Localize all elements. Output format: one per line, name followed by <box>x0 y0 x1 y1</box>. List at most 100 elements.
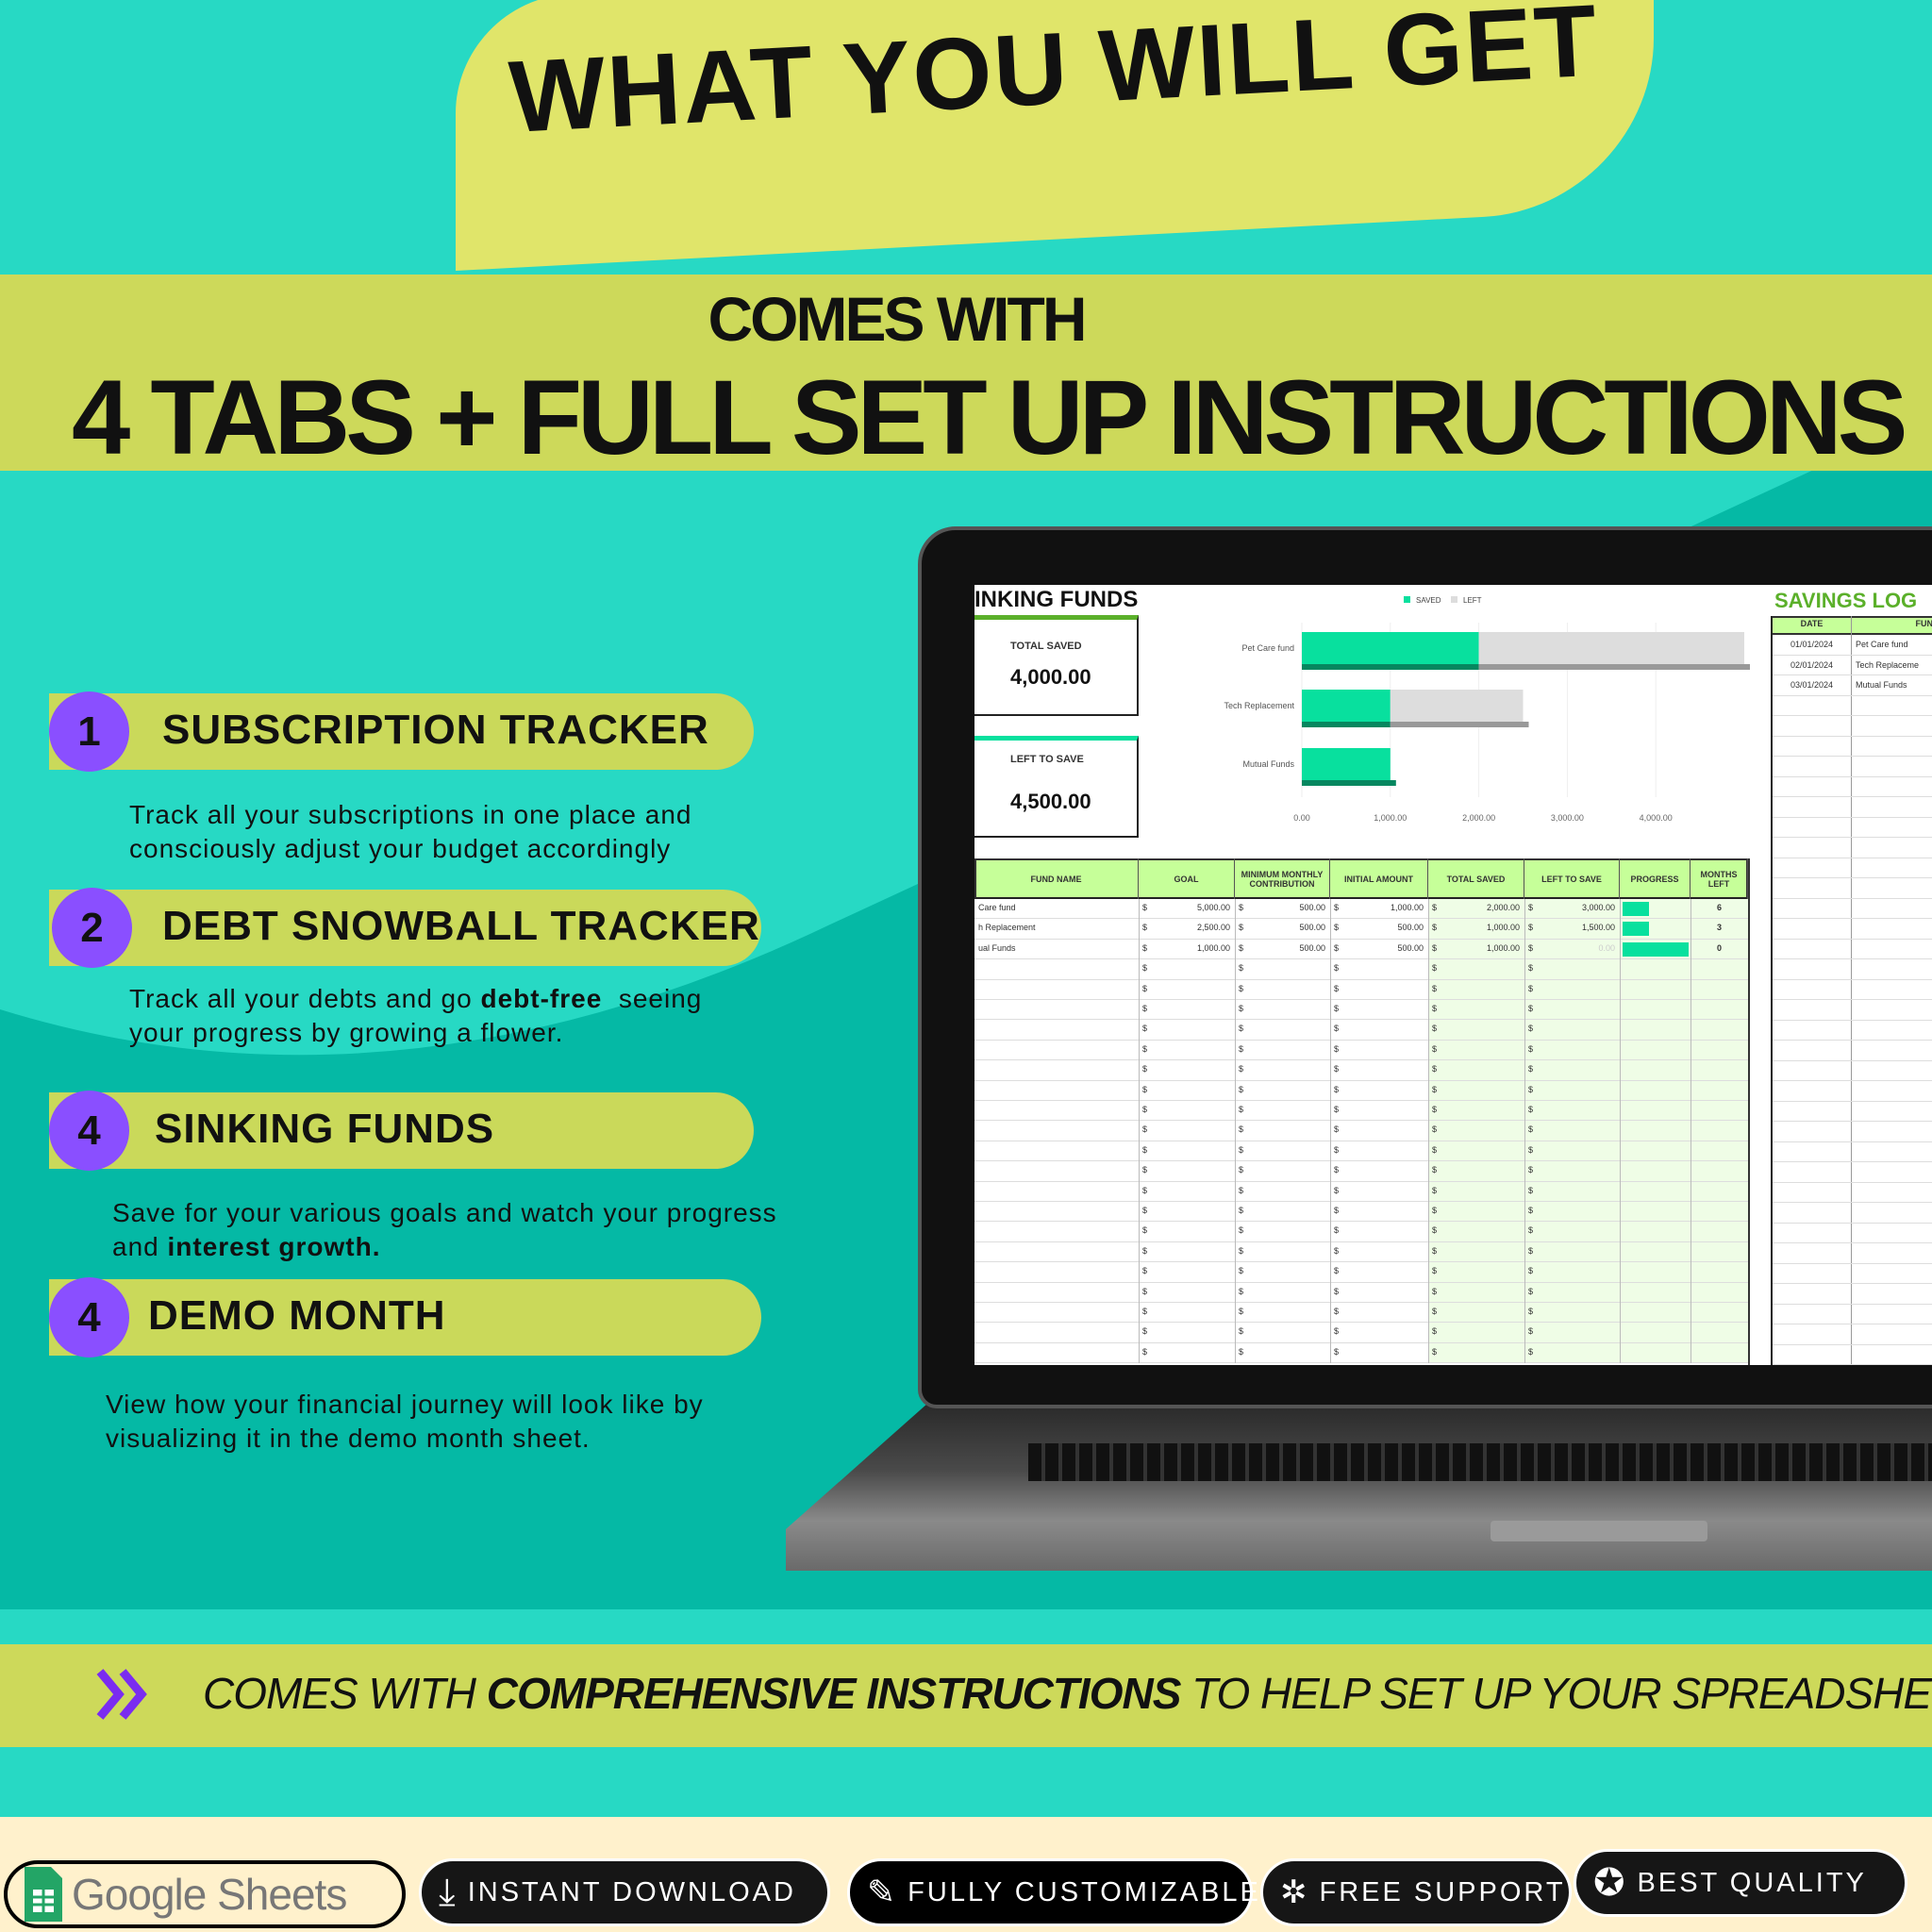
x-tick-label: 4,000.00 <box>1640 813 1673 823</box>
cell-divider <box>1330 1121 1331 1141</box>
currency-symbol: $ <box>1334 963 1340 974</box>
cell-divider <box>1428 1222 1429 1242</box>
table-row <box>974 1041 1748 1061</box>
currency-symbol: $ <box>1142 1144 1148 1155</box>
currency-symbol: $ <box>1528 1206 1534 1215</box>
best-quality-badge: ✪ BEST QUALITY <box>1574 1849 1907 1917</box>
amount-cell: 1,000.00 <box>1196 942 1230 953</box>
amount-cell: 500.00 <box>1299 923 1325 933</box>
currency-symbol: $ <box>1334 1225 1340 1236</box>
cell-divider <box>1428 1121 1429 1141</box>
cell-divider <box>1235 979 1236 1000</box>
table-row <box>974 1222 1748 1242</box>
cell-divider <box>1690 979 1691 1000</box>
currency-symbol: $ <box>1334 1307 1340 1316</box>
cell-divider <box>1428 979 1429 1000</box>
cell-divider <box>1235 1303 1236 1324</box>
log-row <box>1773 1243 1932 1264</box>
cell-divider <box>1235 1121 1236 1141</box>
cell-divider <box>1330 1262 1331 1283</box>
currency-symbol: $ <box>1432 1165 1438 1175</box>
currency-symbol: $ <box>1528 1024 1534 1034</box>
column-header: PROGRESS <box>1620 858 1690 899</box>
cell-divider <box>1139 1000 1140 1021</box>
column-header: LEFT TO SAVE <box>1524 858 1620 899</box>
log-row <box>1773 1021 1932 1041</box>
cell-divider <box>1428 1323 1429 1343</box>
currency-symbol: $ <box>1528 1307 1534 1316</box>
currency-symbol: $ <box>1432 1024 1438 1034</box>
currency-symbol: $ <box>1432 1286 1438 1296</box>
log-header: DATE <box>1800 619 1824 628</box>
feature-desc: View how your financial journey will loo… <box>106 1390 704 1453</box>
column-header: GOAL <box>1139 858 1235 899</box>
amount-cell: 1,000.00 <box>1390 903 1424 912</box>
cell-divider <box>1620 1060 1621 1081</box>
cell-divider <box>1690 1161 1691 1182</box>
cell-divider <box>1139 1141 1140 1162</box>
log-date: 01/01/2024 <box>1790 640 1834 649</box>
cell-divider <box>1620 979 1621 1000</box>
cell-divider <box>1235 1262 1236 1283</box>
bar-shadow <box>1478 664 1750 670</box>
currency-symbol: $ <box>1334 1266 1340 1276</box>
currency-symbol: $ <box>1142 1245 1148 1256</box>
table-row <box>974 1081 1748 1101</box>
cell-divider <box>1690 1323 1691 1343</box>
cell-divider <box>1690 1101 1691 1122</box>
spreadsheet-screen: INKING FUNDS TOTAL SAVED 4,000.00 LEFT T… <box>974 585 1932 1365</box>
amount-cell: 2,000.00 <box>1486 903 1520 912</box>
currency-symbol: $ <box>1334 1286 1340 1296</box>
feature-number: 1 <box>49 691 129 772</box>
currency-symbol: $ <box>1334 1124 1340 1135</box>
category-label: Mutual Funds <box>1242 759 1294 769</box>
cell-divider <box>1620 1000 1621 1021</box>
cell-divider <box>1139 1323 1140 1343</box>
cell-divider <box>1428 1000 1429 1021</box>
cell-divider <box>1620 1020 1621 1041</box>
cell-divider <box>1235 959 1236 980</box>
feature-sinking-funds: 4 SINKING FUNDS <box>49 1091 754 1171</box>
quality-seal-icon: ✪ <box>1593 1862 1628 1904</box>
cell-divider <box>1524 1323 1525 1343</box>
bar-shadow <box>1302 780 1396 786</box>
cell-divider <box>1235 1040 1236 1061</box>
cell-divider <box>1428 1020 1429 1041</box>
cell-divider <box>1428 1342 1429 1364</box>
category-label: Pet Care fund <box>1241 643 1294 653</box>
currency-symbol: $ <box>1239 1144 1244 1155</box>
cell-divider <box>1139 1222 1140 1242</box>
currency-symbol: $ <box>1528 963 1534 974</box>
cell-divider <box>1690 1181 1691 1202</box>
log-row <box>1773 757 1932 777</box>
cell-divider <box>1620 1323 1621 1343</box>
cell-divider <box>1235 1202 1236 1223</box>
laptop-base <box>786 1405 1932 1571</box>
cell-divider <box>1139 1303 1140 1324</box>
cell-divider <box>1330 1040 1331 1061</box>
currency-symbol: $ <box>1142 1286 1148 1296</box>
currency-symbol: $ <box>1528 1064 1534 1074</box>
cell-divider <box>1139 1161 1140 1182</box>
cell-divider <box>1690 1000 1691 1021</box>
currency-symbol: $ <box>1432 1245 1438 1256</box>
log-row <box>1773 797 1932 818</box>
log-fund: Mutual Funds <box>1856 680 1907 690</box>
currency-symbol: $ <box>1432 1326 1438 1337</box>
cell-divider <box>1690 1342 1691 1364</box>
instructions-text: COMES WITH COMPREHENSIVE INSTRUCTIONS TO… <box>203 1669 1932 1718</box>
log-row <box>1773 919 1932 940</box>
cell-divider <box>1524 979 1525 1000</box>
cell-divider <box>1330 979 1331 1000</box>
edit-icon: ✎ <box>867 1873 899 1911</box>
cell-divider <box>1620 1040 1621 1061</box>
cell-divider <box>1428 1141 1429 1162</box>
currency-symbol: $ <box>1239 1043 1244 1054</box>
cell-divider <box>1620 1202 1621 1223</box>
double-chevron-icon <box>96 1669 147 1720</box>
currency-symbol: $ <box>1239 1185 1244 1195</box>
cell-divider <box>1524 1101 1525 1122</box>
cell-divider <box>1524 1161 1525 1182</box>
currency-symbol: $ <box>1432 1225 1438 1236</box>
cell-divider <box>1330 1080 1331 1101</box>
